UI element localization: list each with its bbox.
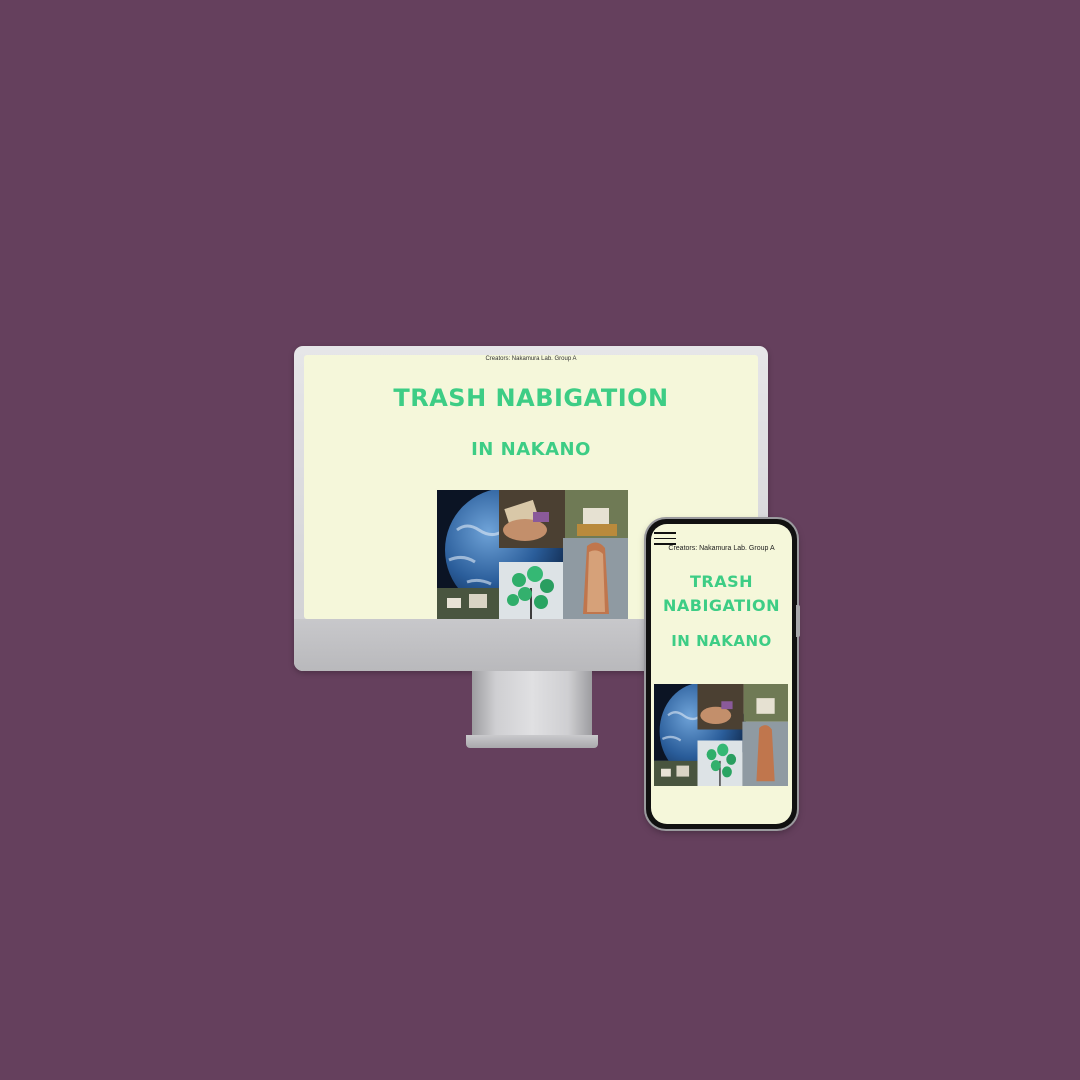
hero-collage-image [437, 490, 628, 619]
monitor-stand-foot [466, 735, 598, 748]
hamburger-menu-icon[interactable] [654, 532, 676, 546]
mobile-title-line2: NABIGATION [662, 596, 781, 615]
mobile-page-subtitle: IN NAKANO [671, 632, 772, 650]
mobile-creators-text: Creators: Nakamura Lab. Group A [668, 545, 775, 552]
collage-tile-town-street [654, 760, 698, 786]
mobile-page-title: TRASH NABIGATION [651, 570, 792, 618]
creators-text: Creators: Nakamura Lab. Group A [485, 356, 577, 362]
mobile-screen: Creators: Nakamura Lab. Group A TRASH NA… [651, 524, 792, 824]
mobile-title-line1: TRASH [689, 572, 754, 591]
page-subtitle: IN NAKANO [471, 439, 591, 460]
mobile-phone: Creators: Nakamura Lab. Group A TRASH NA… [646, 519, 797, 829]
phone-side-button [796, 605, 800, 637]
monitor-stand-neck [472, 671, 592, 735]
page-title: TRASH NABIGATION [393, 384, 669, 412]
collage-tile-town-street [437, 588, 499, 619]
mobile-hero-collage-image [654, 684, 788, 786]
